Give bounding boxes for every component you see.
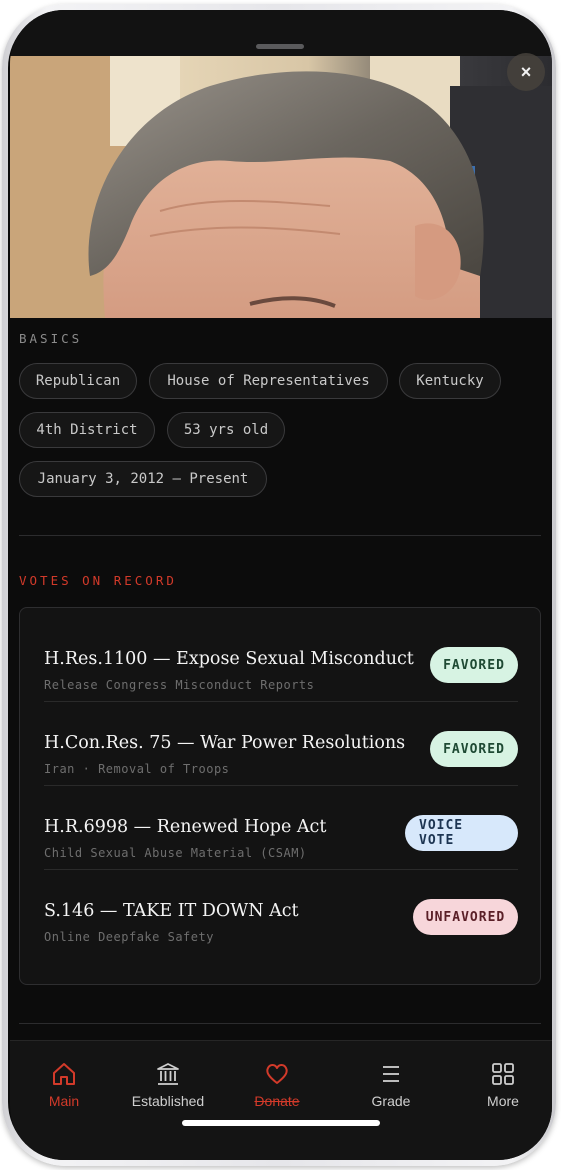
chip-age: 53 yrs old bbox=[167, 412, 285, 448]
vote-title: H.R.6998 — Renewed Hope Act bbox=[44, 817, 327, 837]
tab-grade[interactable]: Grade bbox=[337, 1061, 445, 1109]
tab-more[interactable]: More bbox=[449, 1061, 552, 1109]
vote-subtitle: Release Congress Misconduct Reports bbox=[44, 678, 315, 692]
vote-row[interactable]: H.Res.1100 — Expose Sexual Misconduct Re… bbox=[44, 618, 518, 702]
home-icon bbox=[53, 1063, 75, 1085]
screen: × BASICS Republican House of Representat… bbox=[10, 10, 552, 1160]
menu-icon bbox=[383, 1066, 399, 1082]
home-indicator[interactable] bbox=[182, 1120, 380, 1126]
tab-donate-label: Donate bbox=[254, 1093, 300, 1109]
tab-bar: Main Established Donate Grade More bbox=[10, 1040, 552, 1160]
basics-label: BASICS bbox=[19, 331, 83, 346]
tab-donate[interactable]: Donate bbox=[223, 1061, 331, 1109]
vote-subtitle: Online Deepfake Safety bbox=[44, 930, 214, 944]
votes-card: H.Res.1100 — Expose Sexual Misconduct Re… bbox=[19, 607, 541, 985]
section-divider-bottom bbox=[19, 1023, 541, 1024]
vote-subtitle: Child Sexual Abuse Material (CSAM) bbox=[44, 846, 307, 860]
tab-main[interactable]: Main bbox=[10, 1061, 118, 1109]
chip-term: January 3, 2012 – Present bbox=[19, 461, 267, 497]
chip-district: 4th District bbox=[19, 412, 155, 448]
tab-main-label: Main bbox=[48, 1093, 80, 1109]
section-divider bbox=[19, 535, 541, 536]
vote-row[interactable]: S.146 — TAKE IT DOWN Act Online Deepfake… bbox=[44, 870, 518, 954]
profile-photo bbox=[10, 56, 552, 318]
heart-icon bbox=[266, 1064, 288, 1084]
close-button[interactable]: × bbox=[507, 53, 545, 91]
vote-row[interactable]: H.R.6998 — Renewed Hope Act Child Sexual… bbox=[44, 786, 518, 870]
status-badge-unfavored: UNFAVORED bbox=[413, 899, 518, 935]
vote-row[interactable]: H.Con.Res. 75 — War Power Resolutions Ir… bbox=[44, 702, 518, 786]
status-badge-voice-vote: VOICE VOTE bbox=[405, 815, 518, 851]
chip-chamber: House of Representatives bbox=[149, 363, 388, 399]
sheet-grabber[interactable] bbox=[256, 44, 304, 49]
tab-established[interactable]: Established bbox=[114, 1061, 222, 1109]
sheet-header bbox=[10, 10, 552, 58]
institution-icon bbox=[157, 1063, 179, 1085]
vote-title: H.Res.1100 — Expose Sexual Misconduct bbox=[44, 649, 414, 669]
portrait-illustration bbox=[10, 56, 552, 318]
chip-state: Kentucky bbox=[399, 363, 501, 399]
vote-subtitle: Iran · Removal of Troops bbox=[44, 762, 230, 776]
tab-grade-label: Grade bbox=[371, 1093, 411, 1109]
status-badge-favored: FAVORED bbox=[430, 731, 518, 767]
votes-label: VOTES ON RECORD bbox=[19, 573, 177, 588]
close-icon[interactable]: × bbox=[521, 62, 532, 83]
status-badge-favored: FAVORED bbox=[430, 647, 518, 683]
vote-title: S.146 — TAKE IT DOWN Act bbox=[44, 901, 299, 921]
tab-more-label: More bbox=[487, 1093, 519, 1109]
chip-party: Republican bbox=[19, 363, 137, 399]
grid-icon bbox=[492, 1063, 514, 1085]
tab-established-label: Established bbox=[131, 1093, 205, 1109]
vote-title: H.Con.Res. 75 — War Power Resolutions bbox=[44, 733, 406, 753]
